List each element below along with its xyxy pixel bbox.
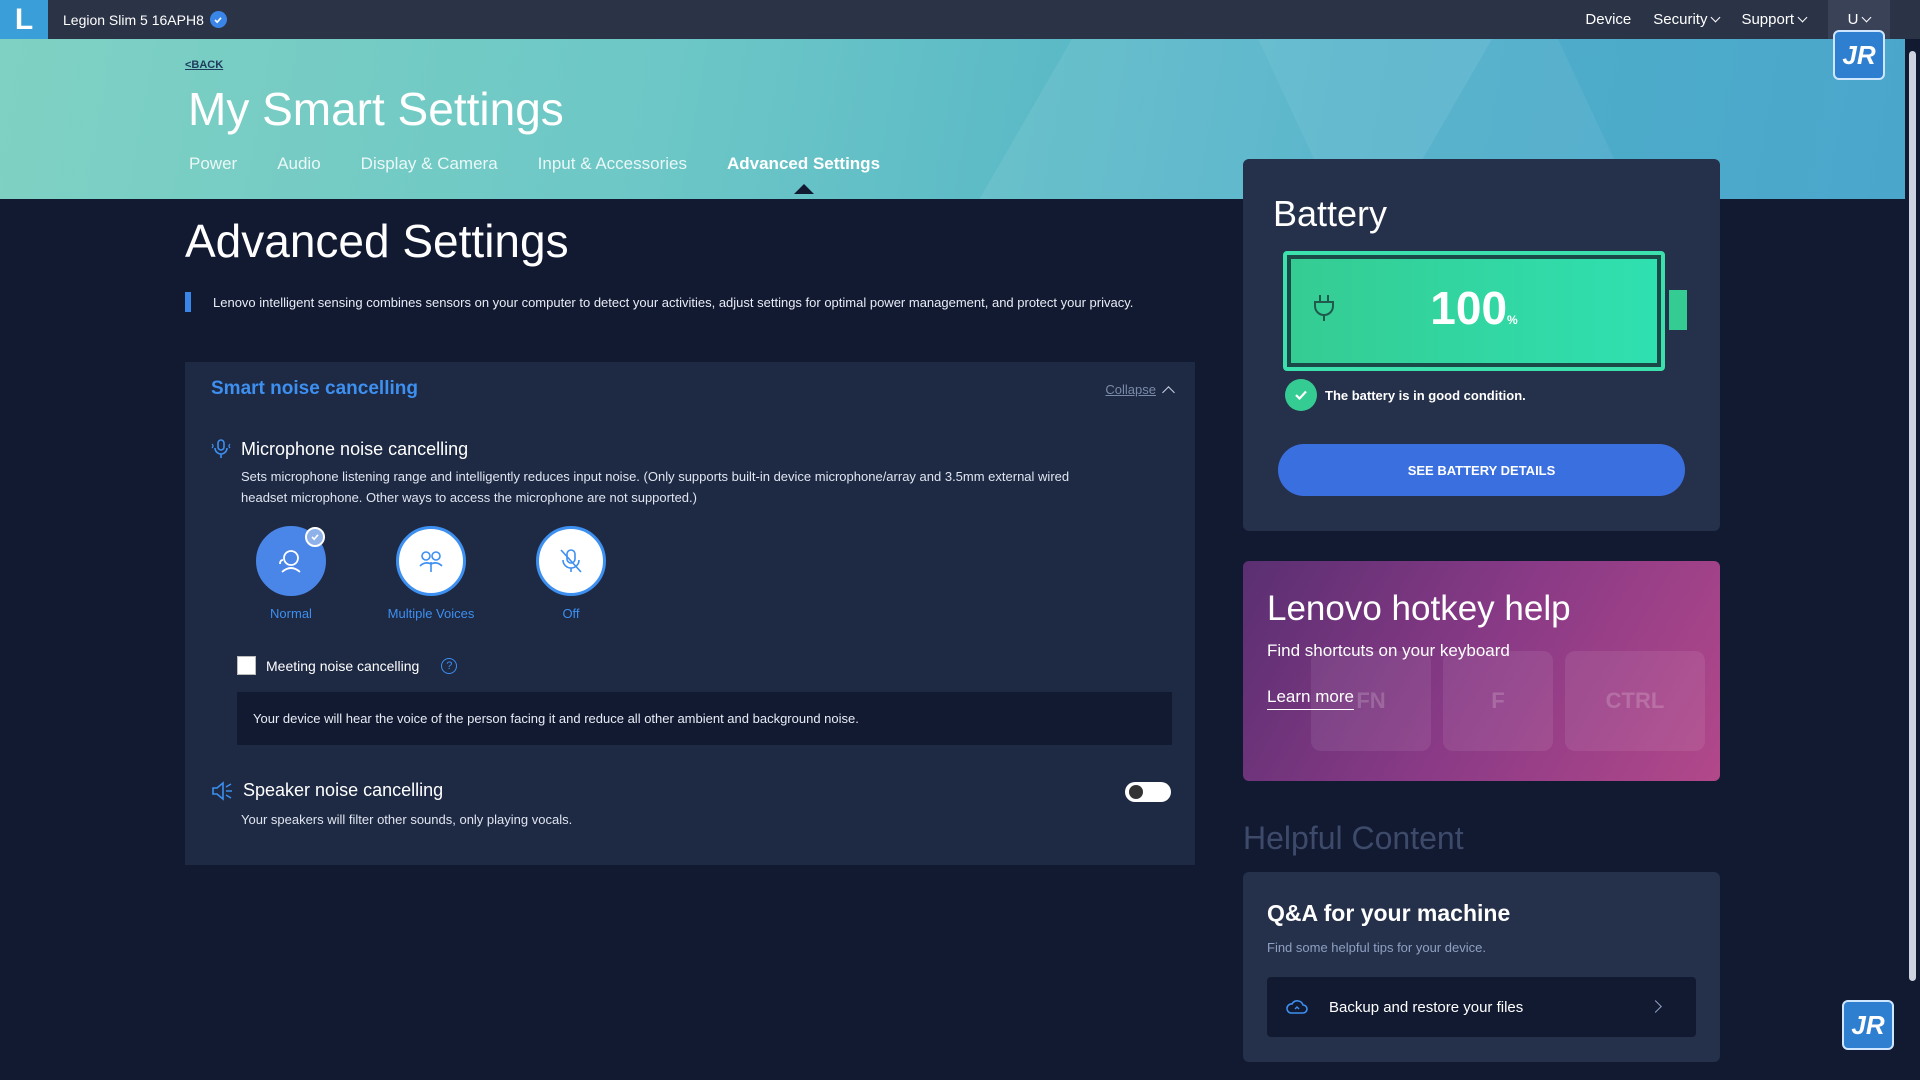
mic-option-off[interactable]: Off [501, 526, 641, 621]
nav-security-label: Security [1653, 11, 1708, 28]
battery-gauge: 100% [1283, 251, 1665, 371]
meeting-noise-label: Meeting noise cancelling [266, 657, 420, 674]
toggle-knob [1129, 785, 1143, 799]
jr-watermark-logo: JR [1842, 1000, 1894, 1050]
page-title: My Smart Settings [188, 83, 564, 135]
chevron-up-icon [1162, 385, 1175, 399]
qa-subtitle: Find some helpful tips for your device. [1267, 940, 1486, 955]
settings-tabs: Power Audio Display & Camera Input & Acc… [189, 154, 880, 194]
helpful-content-heading: Helpful Content [1243, 820, 1464, 856]
battery-status-label: The battery is in good condition. [1325, 387, 1526, 403]
mic-noise-title: Microphone noise cancelling [211, 438, 468, 460]
scrollbar[interactable] [1905, 39, 1920, 1080]
speaker-noise-title: Speaker noise cancelling [211, 780, 443, 801]
tab-audio[interactable]: Audio [277, 154, 320, 174]
battery-status: The battery is in good condition. [1285, 379, 1526, 411]
panel-title: Smart noise cancelling [211, 378, 418, 399]
qa-card: Q&A for your machine Find some helpful t… [1243, 872, 1720, 1062]
chevron-right-icon [1649, 1000, 1662, 1013]
lenovo-logo: L [0, 0, 48, 39]
mic-option-normal-circle[interactable] [256, 526, 326, 596]
speaker-noise-toggle[interactable] [1125, 782, 1171, 802]
intro-text: Lenovo intelligent sensing combines sens… [185, 292, 1134, 312]
tab-advanced-settings[interactable]: Advanced Settings [727, 154, 880, 194]
battery-title: Battery [1273, 193, 1388, 234]
mic-option-multiple-circle[interactable] [396, 526, 466, 596]
hotkey-help-card[interactable]: FN F CTRL Lenovo hotkey help Find shortc… [1243, 561, 1720, 781]
meeting-noise-checkbox[interactable] [237, 656, 256, 675]
learn-more-link[interactable]: Learn more [1267, 687, 1354, 710]
mic-option-normal-label: Normal [270, 606, 312, 621]
battery-percent-value: 100 [1430, 282, 1508, 334]
battery-percent: 100% [1291, 281, 1657, 335]
device-name: Legion Slim 5 16APH8 [63, 11, 227, 28]
microphone-icon [211, 439, 231, 458]
chevron-down-icon [1861, 12, 1872, 23]
check-circle-icon [1285, 379, 1317, 411]
nav-support-label: Support [1741, 11, 1794, 28]
keyboard-key-ctrl: CTRL [1565, 651, 1705, 751]
intro-text-label: Lenovo intelligent sensing combines sens… [213, 294, 1134, 310]
mic-option-multiple-label: Multiple Voices [387, 606, 475, 621]
smart-noise-panel: Smart noise cancelling Collapse Micropho… [185, 362, 1195, 865]
see-battery-details-button[interactable]: SEE BATTERY DETAILS [1278, 444, 1685, 496]
help-icon[interactable]: ? [441, 657, 458, 674]
speaker-icon [212, 780, 232, 801]
back-link[interactable]: <BACK [185, 59, 223, 71]
battery-percent-unit: % [1507, 313, 1518, 327]
multiple-voices-icon [419, 551, 443, 572]
microphone-off-icon [560, 549, 582, 573]
verified-check-icon [209, 11, 227, 28]
selected-check-icon [305, 527, 325, 547]
collapse-button[interactable]: Collapse [1105, 382, 1175, 399]
tab-display-camera[interactable]: Display & Camera [361, 154, 498, 174]
nav-support[interactable]: Support [1741, 11, 1808, 28]
intro-accent-bar [185, 292, 191, 312]
collapse-label: Collapse [1105, 382, 1156, 397]
keyboard-key-f: F [1443, 651, 1553, 751]
mic-option-off-label: Off [562, 606, 580, 621]
hotkey-subtitle: Find shortcuts on your keyboard [1267, 641, 1510, 660]
section-title: Advanced Settings [185, 215, 569, 267]
qa-title: Q&A for your machine [1267, 900, 1511, 926]
meeting-info-box: Your device will hear the voice of the p… [237, 692, 1172, 745]
tab-input-accessories[interactable]: Input & Accessories [538, 154, 687, 174]
tab-power[interactable]: Power [189, 154, 237, 174]
mic-noise-description: Sets microphone listening range and inte… [241, 469, 1070, 505]
user-initial: U [1847, 11, 1859, 28]
device-name-label: Legion Slim 5 16APH8 [63, 11, 204, 28]
qa-item-label: Backup and restore your files [1329, 998, 1524, 1016]
mic-noise-title-label: Microphone noise cancelling [241, 438, 469, 459]
headset-person-icon [279, 550, 301, 573]
jr-watermark-logo: JR [1833, 30, 1885, 80]
nav-device-label: Device [1585, 11, 1632, 28]
speaker-noise-title-label: Speaker noise cancelling [243, 780, 444, 800]
meeting-noise-row: Meeting noise cancelling ? [237, 656, 458, 675]
battery-fill: 100% [1291, 259, 1657, 363]
chevron-down-icon [1711, 12, 1721, 23]
speaker-noise-description: Your speakers will filter other sounds, … [241, 812, 573, 827]
mic-option-off-circle[interactable] [536, 526, 606, 596]
qa-item-backup-restore[interactable]: Backup and restore your files [1267, 977, 1696, 1037]
cloud-sync-icon [1286, 1000, 1308, 1014]
mic-option-normal[interactable]: Normal [221, 526, 361, 621]
scrollbar-thumb[interactable] [1909, 51, 1916, 981]
battery-tip [1669, 290, 1687, 330]
battery-card: Battery 100% The battery is in good cond… [1243, 159, 1720, 531]
mic-option-multiple-voices[interactable]: Multiple Voices [361, 526, 501, 621]
nav-device[interactable]: Device [1585, 11, 1631, 28]
chevron-down-icon [1797, 12, 1808, 23]
top-bar: L Legion Slim 5 16APH8 Device Security S… [0, 0, 1920, 39]
nav-security[interactable]: Security [1653, 11, 1721, 28]
hotkey-title: Lenovo hotkey help [1267, 589, 1571, 628]
